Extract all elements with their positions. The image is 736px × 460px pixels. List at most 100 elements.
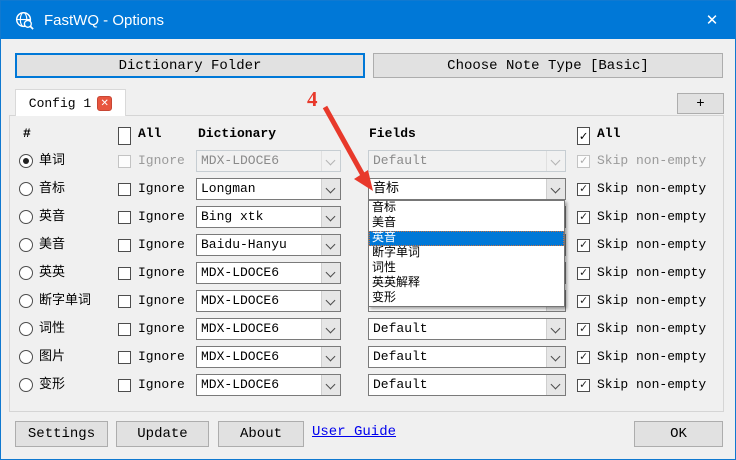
table-row: 图片IgnoreMDX-LDOCE6DefaultSkip non-empty <box>1 343 736 371</box>
skip-non-empty-checkbox[interactable] <box>577 239 590 252</box>
fields-combo[interactable]: 音标 <box>368 178 566 200</box>
row-name-label: 音标 <box>39 175 65 203</box>
row-name-label: 变形 <box>39 371 65 399</box>
dictionary-combo[interactable]: MDX-LDOCE6 <box>196 346 341 368</box>
ignore-label: Ignore <box>138 343 185 371</box>
combo-value: Default <box>373 321 428 336</box>
row-radio[interactable] <box>19 210 33 224</box>
skip-non-empty-checkbox[interactable] <box>577 267 590 280</box>
skip-non-empty-checkbox[interactable] <box>577 183 590 196</box>
combo-value: MDX-LDOCE6 <box>201 153 279 168</box>
row-radio[interactable] <box>19 294 33 308</box>
row-radio[interactable] <box>19 154 33 168</box>
title-bar: FastWQ - Options ✕ <box>1 1 735 39</box>
dropdown-option[interactable]: 断字单词 <box>369 246 564 261</box>
ignore-checkbox[interactable] <box>118 295 131 308</box>
ignore-label: Ignore <box>138 231 185 259</box>
row-radio[interactable] <box>19 350 33 364</box>
skip-non-empty-label: Skip non-empty <box>597 231 706 259</box>
tab-close-icon[interactable]: ✕ <box>97 96 112 111</box>
fields-combo[interactable]: Default <box>368 374 566 396</box>
ignore-checkbox[interactable] <box>118 267 131 280</box>
row-name-label: 图片 <box>39 343 65 371</box>
tab-config-1[interactable]: Config 1 ✕ <box>15 89 126 116</box>
combo-value: Bing xtk <box>201 209 263 224</box>
skip-non-empty-label: Skip non-empty <box>597 315 706 343</box>
dictionary-combo[interactable]: Baidu-Hanyu <box>196 234 341 256</box>
dictionary-combo[interactable]: MDX-LDOCE6 <box>196 374 341 396</box>
dictionary-combo[interactable]: MDX-LDOCE6 <box>196 318 341 340</box>
user-guide-link[interactable]: User Guide <box>312 424 396 440</box>
ignore-checkbox[interactable] <box>118 379 131 392</box>
row-name-label: 英音 <box>39 203 65 231</box>
combo-value: Longman <box>201 181 256 196</box>
choose-note-type-button[interactable]: Choose Note Type [Basic] <box>373 53 723 78</box>
row-radio[interactable] <box>19 378 33 392</box>
all-skip-checkbox[interactable] <box>577 127 590 145</box>
row-name-label: 单词 <box>39 147 65 175</box>
row-radio[interactable] <box>19 182 33 196</box>
skip-non-empty-checkbox[interactable] <box>577 211 590 224</box>
skip-non-empty-label: Skip non-empty <box>597 147 706 175</box>
row-radio[interactable] <box>19 322 33 336</box>
skip-non-empty-checkbox[interactable] <box>577 351 590 364</box>
window-title: FastWQ - Options <box>44 12 164 29</box>
tab-label: Config 1 <box>29 96 91 111</box>
options-dialog: FastWQ - Options ✕ Dictionary Folder Cho… <box>0 0 736 460</box>
ignore-checkbox[interactable] <box>118 211 131 224</box>
ignore-checkbox <box>118 155 131 168</box>
close-button[interactable]: ✕ <box>689 1 735 39</box>
skip-non-empty-checkbox <box>577 155 590 168</box>
ignore-label: Ignore <box>138 315 185 343</box>
dictionary-combo[interactable]: MDX-LDOCE6 <box>196 262 341 284</box>
fields-combo: Default <box>368 150 566 172</box>
skip-non-empty-checkbox[interactable] <box>577 295 590 308</box>
ignore-checkbox[interactable] <box>118 323 131 336</box>
ignore-checkbox[interactable] <box>118 183 131 196</box>
dropdown-option[interactable]: 英音 <box>369 231 564 246</box>
dictionary-folder-button[interactable]: Dictionary Folder <box>15 53 365 78</box>
ok-button[interactable]: OK <box>634 421 723 447</box>
row-name-label: 英英 <box>39 259 65 287</box>
skip-non-empty-label: Skip non-empty <box>597 175 706 203</box>
fields-combo[interactable]: Default <box>368 346 566 368</box>
dropdown-option[interactable]: 变形 <box>369 291 564 306</box>
row-name-label: 美音 <box>39 231 65 259</box>
dropdown-option[interactable]: 音标 <box>369 201 564 216</box>
ignore-label: Ignore <box>138 203 185 231</box>
row-radio[interactable] <box>19 266 33 280</box>
skip-non-empty-checkbox[interactable] <box>577 379 590 392</box>
combo-value: Baidu-Hanyu <box>201 237 287 252</box>
row-name-label: 词性 <box>39 315 65 343</box>
ignore-label: Ignore <box>138 259 185 287</box>
combo-value: Default <box>373 377 428 392</box>
dropdown-option[interactable]: 词性 <box>369 261 564 276</box>
ignore-label: Ignore <box>138 371 185 399</box>
settings-button[interactable]: Settings <box>15 421 108 447</box>
skip-non-empty-checkbox[interactable] <box>577 323 590 336</box>
skip-non-empty-label: Skip non-empty <box>597 203 706 231</box>
globe-search-icon <box>14 10 35 31</box>
fields-combo[interactable]: Default <box>368 318 566 340</box>
about-button[interactable]: About <box>218 421 304 447</box>
combo-value: MDX-LDOCE6 <box>201 265 279 280</box>
dropdown-option[interactable]: 美音 <box>369 216 564 231</box>
all-ignore-checkbox[interactable] <box>118 127 131 145</box>
header-all-right: All <box>597 125 620 143</box>
update-button[interactable]: Update <box>116 421 209 447</box>
ignore-checkbox[interactable] <box>118 239 131 252</box>
header-hash: # <box>23 125 31 143</box>
header-dictionary: Dictionary <box>198 125 276 143</box>
combo-value: MDX-LDOCE6 <box>201 349 279 364</box>
header-all-left: All <box>138 125 161 143</box>
dictionary-combo[interactable]: Bing xtk <box>196 206 341 228</box>
ignore-label: Ignore <box>138 175 185 203</box>
add-tab-button[interactable]: + <box>677 93 724 114</box>
row-radio[interactable] <box>19 238 33 252</box>
dictionary-combo[interactable]: MDX-LDOCE6 <box>196 290 341 312</box>
dropdown-option[interactable]: 英英解释 <box>369 276 564 291</box>
combo-value: Default <box>373 349 428 364</box>
skip-non-empty-label: Skip non-empty <box>597 259 706 287</box>
ignore-checkbox[interactable] <box>118 351 131 364</box>
skip-non-empty-label: Skip non-empty <box>597 287 706 315</box>
